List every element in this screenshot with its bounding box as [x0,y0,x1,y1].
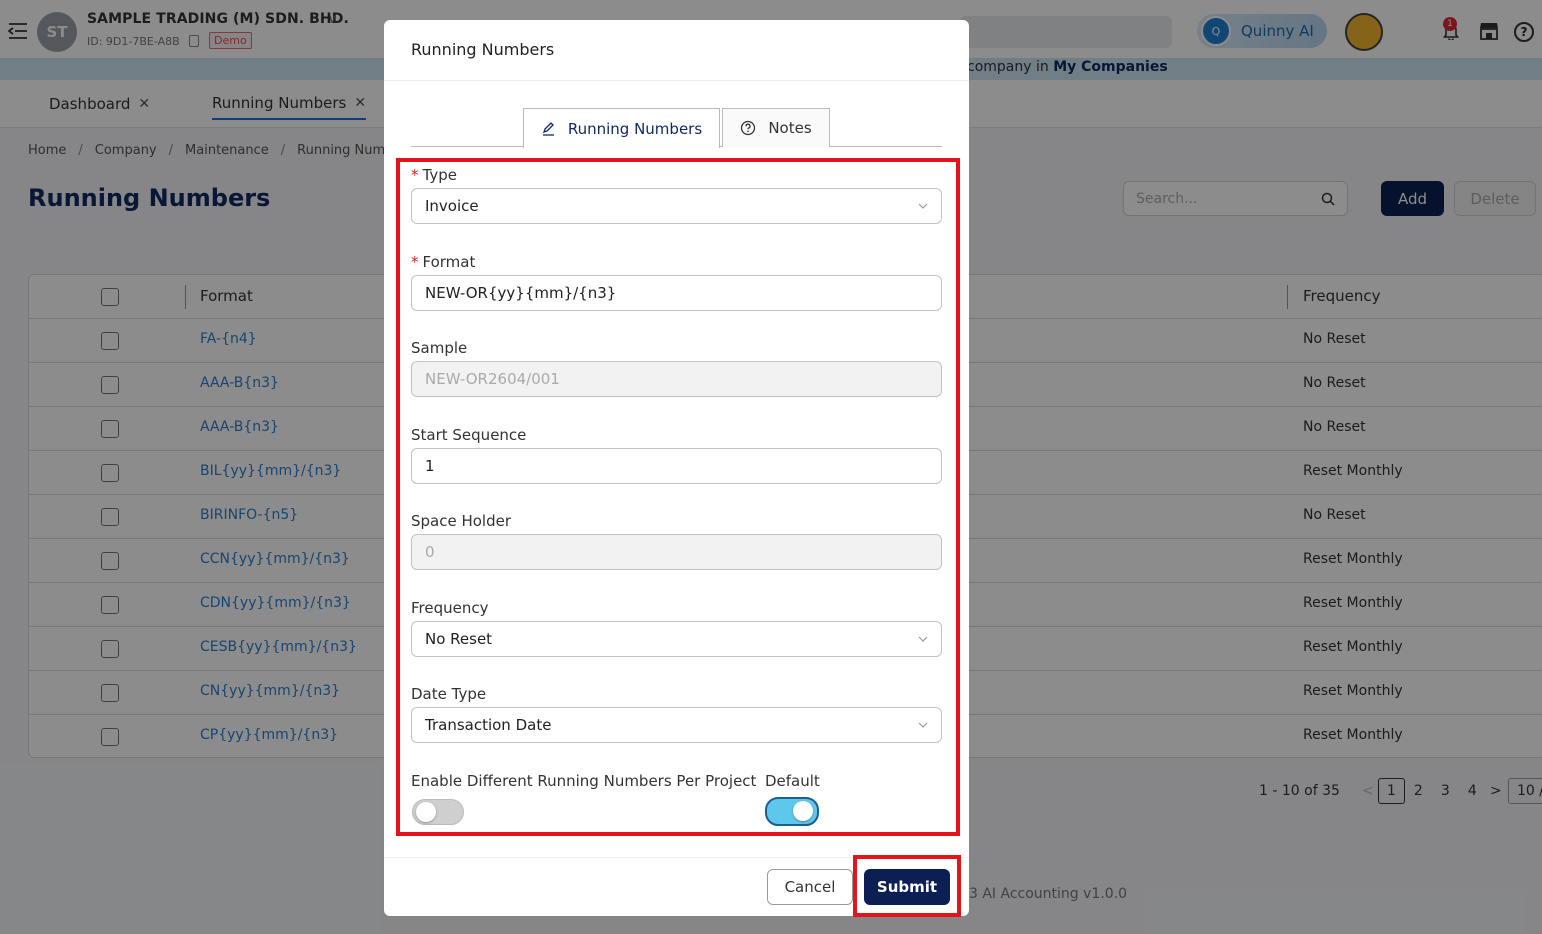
space-holder-label: Space Holder [411,512,512,530]
sample-value: NEW-OR2604/001 [425,370,560,388]
sample-field: NEW-OR2604/001 [411,361,942,397]
tab-notes[interactable]: Notes [722,108,830,147]
running-numbers-dialog: Running Numbers Running Numbers Notes * T… [384,20,969,916]
date-type-value: Transaction Date [425,716,552,734]
default-label: Default [765,772,820,790]
per-project-label: Enable Different Running Numbers Per Pro… [411,772,757,790]
default-toggle[interactable] [765,797,819,826]
format-value: NEW-OR{yy}{mm}/{n3} [425,284,617,302]
date-type-label: Date Type [411,685,487,703]
tab-label: Notes [768,119,812,137]
chevron-down-icon [918,722,928,728]
frequency-value: No Reset [425,630,493,648]
per-project-toggle[interactable] [412,799,464,825]
chevron-down-icon [918,636,928,642]
sample-label: Sample [411,339,468,357]
chevron-down-icon [918,203,928,209]
type-select[interactable]: Invoice [411,188,942,224]
frequency-label: Frequency [411,599,489,617]
date-type-select[interactable]: Transaction Date [411,707,942,743]
format-label: * Format [411,253,476,271]
start-sequence-value: 1 [425,457,435,475]
space-holder-value: 0 [425,543,435,561]
type-label: * Type [411,166,457,184]
dialog-title: Running Numbers [411,40,555,59]
space-holder-field: 0 [411,534,942,570]
format-input[interactable]: NEW-OR{yy}{mm}/{n3} [411,275,942,311]
submit-button[interactable]: Submit [864,869,950,905]
tab-running-numbers-form[interactable]: Running Numbers [523,108,720,148]
edit-icon [542,122,554,136]
start-sequence-label: Start Sequence [411,426,527,444]
cancel-button[interactable]: Cancel [767,869,853,905]
start-sequence-input[interactable]: 1 [411,448,942,484]
help-circle-icon [741,120,756,136]
frequency-select[interactable]: No Reset [411,621,942,657]
tab-label: Running Numbers [567,119,703,138]
type-value: Invoice [425,197,479,215]
